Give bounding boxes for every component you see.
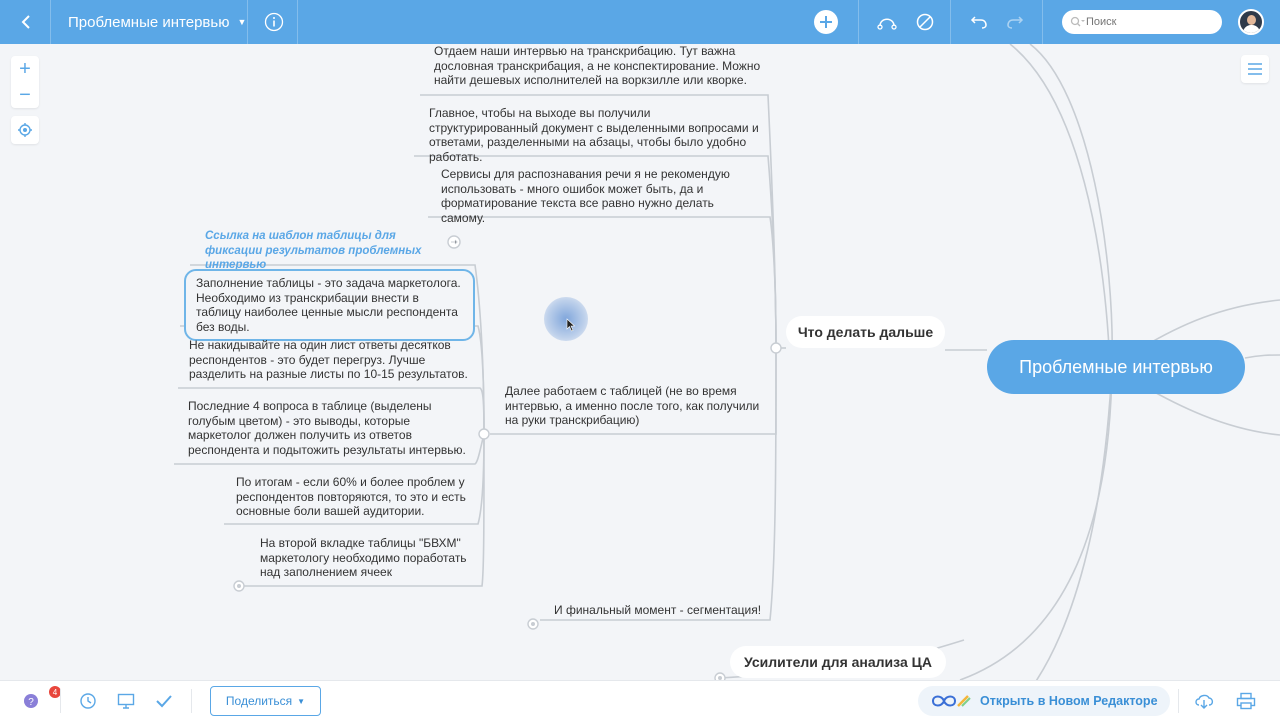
bottom-toolbar: ? 4 Поделиться ▼ Открыть в Новом Редакто… (0, 680, 1280, 720)
root-topic[interactable]: Проблемные интервью (987, 340, 1245, 394)
top-toolbar: Проблемные интервью ▼ (0, 0, 1280, 44)
node-last-four[interactable]: Последние 4 вопроса в таблице (выделены … (188, 399, 473, 457)
link-nodes-button[interactable] (876, 0, 898, 44)
node-transcription[interactable]: Отдаем наши интервью на транскрибацию. Т… (434, 44, 764, 88)
open-new-editor-button[interactable]: Открыть в Новом Редакторе (918, 686, 1170, 716)
print-button[interactable] (1234, 681, 1258, 720)
caret-down-icon: ▼ (297, 696, 306, 706)
printer-icon (1236, 692, 1256, 710)
topic-amplifiers[interactable]: Усилители для анализа ЦА (730, 646, 946, 678)
monitor-icon (117, 693, 135, 709)
zoom-in-button[interactable]: + (11, 56, 39, 82)
map-title: Проблемные интервью (68, 13, 230, 31)
node-bvhm-tab[interactable]: На второй вкладке таблицы "БВХМ" маркето… (260, 536, 475, 580)
node-speech-services[interactable]: Сервисы для распознавания речи я не реко… (441, 167, 761, 225)
info-button[interactable] (262, 0, 286, 44)
hamburger-icon (1248, 63, 1262, 75)
zoom-controls: + − (11, 56, 39, 108)
disable-button[interactable] (914, 0, 936, 44)
undo-button[interactable] (968, 0, 990, 44)
node-structured-doc[interactable]: Главное, чтобы на выходе вы получили стр… (429, 106, 759, 164)
redo-icon (1007, 16, 1024, 29)
cloud-download-icon (1195, 694, 1214, 709)
help-button[interactable]: ? 4 (16, 681, 61, 720)
history-icon (80, 693, 96, 709)
search-icon (1070, 16, 1085, 27)
redo-button[interactable] (1004, 0, 1026, 44)
connection-icon (877, 18, 897, 30)
help-bubble-icon: ? (24, 694, 38, 708)
user-avatar[interactable] (1238, 9, 1264, 35)
mindmap-canvas[interactable]: + − Отдаем наши интервью на транскрибаци… (0, 44, 1280, 680)
undo-icon (970, 16, 987, 29)
node-one-sheet[interactable]: Не накидывайте на один лист ответы десят… (189, 338, 474, 382)
chevron-left-icon (21, 15, 30, 29)
mouse-cursor-icon (566, 318, 576, 332)
share-label: Поделиться (225, 694, 293, 708)
info-icon (264, 12, 284, 32)
svg-text:?: ? (28, 697, 34, 708)
checkmark-icon (156, 695, 172, 708)
add-node-button[interactable] (812, 0, 840, 44)
node-fill-table[interactable]: Заполнение таблицы - это задача маркетол… (184, 269, 475, 341)
topic-next-steps[interactable]: Что делать дальше (786, 316, 945, 348)
target-icon (18, 123, 32, 137)
forbidden-icon (916, 13, 934, 31)
history-button[interactable] (76, 681, 100, 720)
search-input[interactable] (1086, 16, 1206, 28)
node-work-with-table[interactable]: Далее работаем с таблицей (не во время и… (505, 384, 767, 428)
share-button[interactable]: Поделиться ▼ (210, 686, 321, 716)
map-title-dropdown[interactable]: Проблемные интервью ▼ (68, 0, 246, 44)
search-box[interactable] (1062, 10, 1222, 34)
node-table-link[interactable]: Ссылка на шаблон таблицы для фиксации ре… (205, 229, 455, 273)
open-new-editor-label: Открыть в Новом Редакторе (980, 694, 1158, 708)
node-segmentation[interactable]: И финальный момент - сегментация! (554, 603, 774, 618)
node-sixty-percent[interactable]: По итогам - если 60% и более проблем у р… (236, 475, 476, 519)
tasks-button[interactable] (152, 681, 176, 720)
new-editor-logo-icon (931, 695, 971, 707)
zoom-out-button[interactable]: − (11, 82, 39, 108)
center-map-button[interactable] (11, 116, 39, 144)
side-menu-button[interactable] (1241, 55, 1269, 83)
download-button[interactable] (1192, 681, 1216, 720)
plus-circle-icon (814, 10, 838, 34)
caret-down-icon: ▼ (237, 17, 247, 27)
back-button[interactable] (10, 0, 42, 44)
presentation-button[interactable] (114, 681, 138, 720)
